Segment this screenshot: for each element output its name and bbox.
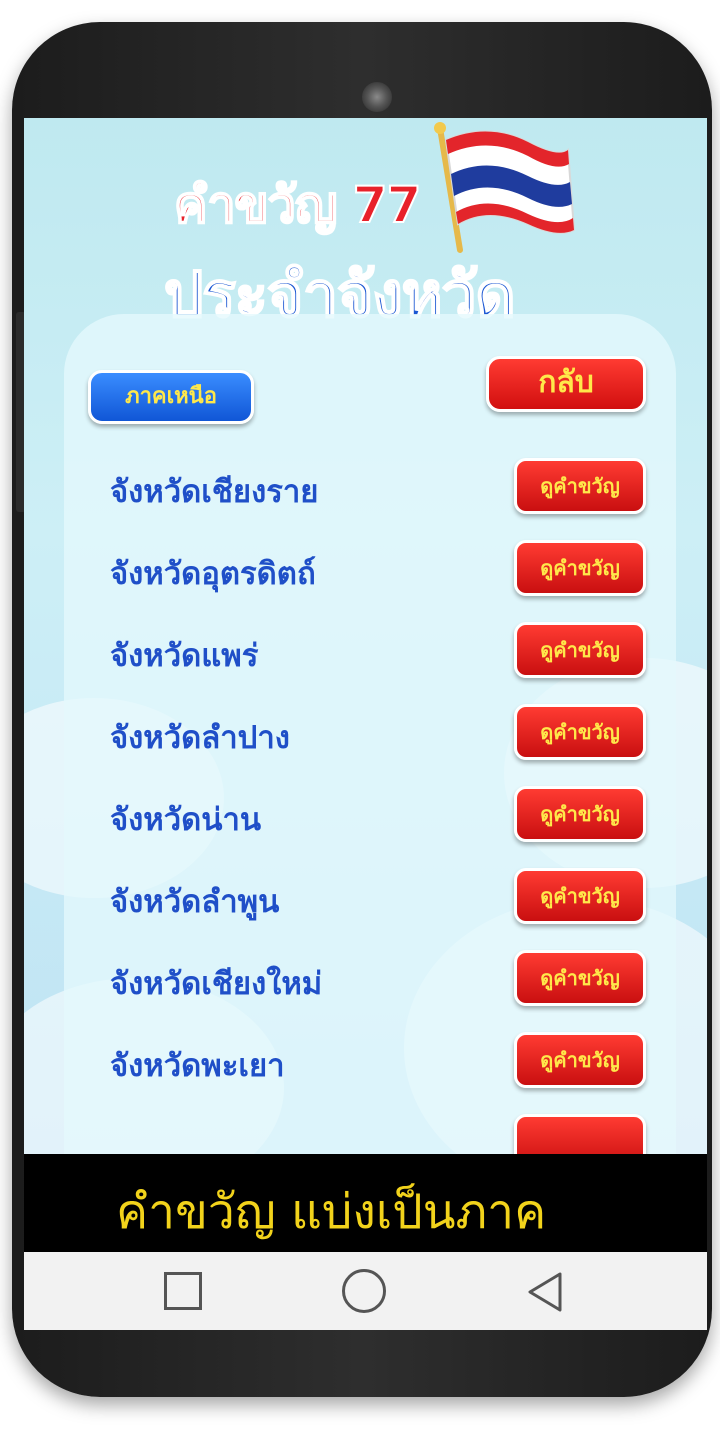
camera-icon xyxy=(362,82,392,112)
home-circle-icon[interactable] xyxy=(342,1269,386,1313)
province-name: จังหวัดเชียงใหม่ xyxy=(110,966,323,1002)
caption-text: คำขวัญ แบ่งเป็นภาค xyxy=(116,1184,547,1240)
province-row: จังหวัดพะเยา ดูคำขวัญ xyxy=(24,1032,707,1092)
province-row: จังหวัดลำปาง ดูคำขวัญ xyxy=(24,704,707,764)
view-motto-button-partial[interactable] xyxy=(514,1114,646,1154)
thai-flag-icon xyxy=(434,122,576,253)
back-button[interactable]: กลับ xyxy=(486,356,646,412)
view-motto-button[interactable]: ดูคำขวัญ xyxy=(514,704,646,760)
province-name: จังหวัดแพร่ xyxy=(110,638,259,674)
province-row: จังหวัดอุตรดิตถ์ ดูคำขวัญ xyxy=(24,540,707,600)
province-name: จังหวัดเชียงราย xyxy=(110,474,319,510)
view-motto-button[interactable]: ดูคำขวัญ xyxy=(514,786,646,842)
view-motto-button[interactable]: ดูคำขวัญ xyxy=(514,950,646,1006)
region-label: ภาคเหนือ xyxy=(88,370,254,424)
province-name: จังหวัดน่าน xyxy=(110,802,262,838)
province-row: จังหวัดลำพูน ดูคำขวัญ xyxy=(24,868,707,928)
view-motto-button[interactable]: ดูคำขวัญ xyxy=(514,622,646,678)
back-triangle-icon[interactable] xyxy=(524,1270,568,1314)
android-nav-bar xyxy=(24,1252,707,1330)
view-motto-button[interactable]: ดูคำขวัญ xyxy=(514,458,646,514)
province-row: จังหวัดน่าน ดูคำขวัญ xyxy=(24,786,707,846)
recents-square-icon[interactable] xyxy=(164,1272,202,1310)
app-screen: คำขวัญ 77 ประจำจังหวัด ภาคเหนือ กลับ จัง… xyxy=(24,118,707,1154)
province-name: จังหวัดลำพูน xyxy=(110,884,280,920)
province-row: จังหวัดเชียงราย ดูคำขวัญ xyxy=(24,458,707,518)
province-name: จังหวัดลำปาง xyxy=(110,720,290,756)
view-motto-button[interactable]: ดูคำขวัญ xyxy=(514,1032,646,1088)
province-row: จังหวัดแพร่ ดูคำขวัญ xyxy=(24,622,707,682)
view-motto-button[interactable]: ดูคำขวัญ xyxy=(514,868,646,924)
logo-title: คำขวัญ 77 xyxy=(173,175,422,235)
province-name: จังหวัดพะเยา xyxy=(110,1048,285,1084)
province-name: จังหวัดอุตรดิตถ์ xyxy=(110,556,316,592)
view-motto-button[interactable]: ดูคำขวัญ xyxy=(514,540,646,596)
app-logo: คำขวัญ 77 ประจำจังหวัด xyxy=(163,118,604,332)
caption-bar: คำขวัญ แบ่งเป็นภาค xyxy=(24,1154,707,1252)
province-row: จังหวัดเชียงใหม่ ดูคำขวัญ xyxy=(24,950,707,1010)
